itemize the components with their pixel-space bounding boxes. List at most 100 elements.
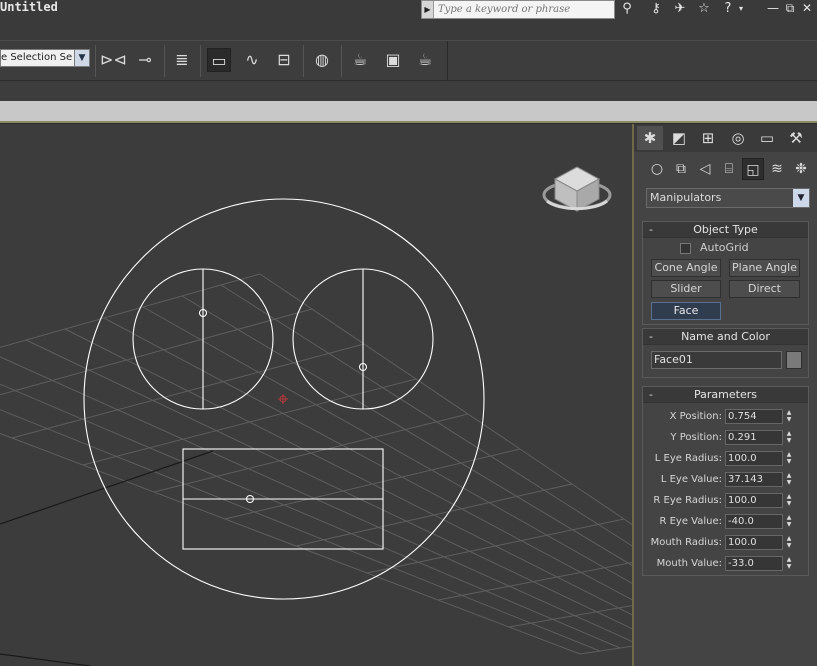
toolbar-separator [200,45,201,77]
perspective-viewport[interactable] [0,124,632,666]
category-dropdown-value: Manipulators [650,191,722,204]
grid-line [181,295,632,566]
create-tab-icon[interactable]: ✱ [637,126,663,150]
y-position-field[interactable]: 0.291 [725,430,783,445]
key-icon[interactable]: ⚷ [646,0,666,17]
search-input[interactable] [436,1,612,18]
mouth-radius-field[interactable]: 100.0 [725,535,783,550]
curve-editor-icon[interactable]: ∿ [240,48,264,72]
name-and-color-header[interactable]: - Name and Color [643,329,808,345]
grid-line [0,308,313,396]
autogrid-label: AutoGrid [700,241,749,254]
satellite-icon[interactable]: ✈ [670,0,690,17]
help-icon[interactable]: ? [718,0,738,17]
mouth-radius-row: Mouth Radius: 100.0 ▲ ▼ [643,535,810,551]
grid-line [295,483,573,547]
object-type-rollout: - Object Type AutoGrid Cone Angle Plane … [642,221,809,325]
spinner-icon[interactable]: ▲ ▼ [784,409,794,424]
object-type-header[interactable]: - Object Type [643,222,808,238]
cone-angle-button[interactable]: Cone Angle [651,259,721,277]
viewcube [542,166,612,212]
grid-line [0,432,581,655]
mouth-value-field[interactable]: -33.0 [725,556,783,571]
mirror-icon[interactable]: ⊳⊲ [100,48,127,72]
binoculars-icon[interactable]: ⚲ [617,0,637,17]
utilities-tab-icon[interactable]: ⚒ [783,126,809,150]
direct-button[interactable]: Direct [729,280,800,298]
panel-empty-area [634,576,817,666]
pivot-marker [278,394,288,404]
material-editor-icon[interactable]: ◍ [310,48,334,72]
motion-tab-icon[interactable]: ◎ [725,126,751,150]
toolbar-separator [95,45,96,77]
object-name-field[interactable]: Face01 [651,351,782,369]
graphite-ribbon-icon[interactable]: ▭ [207,48,231,72]
ribbon-tabs-strip [0,81,817,101]
geometry-icon[interactable]: ○ [646,158,668,180]
restore-button[interactable]: ⧉ [783,0,797,17]
schematic-view-icon[interactable]: ⊟ [272,48,296,72]
grid-line [437,561,632,601]
face-button[interactable]: Face [651,302,721,320]
command-panel: ✱ ◩ ⊞ ◎ ▭ ⚒ ○ ⧉ ◁ ⌸ ◱ ≋ ❉ Manipulators ▼… [632,124,817,666]
spinner-icon[interactable]: ▲ ▼ [784,451,794,466]
r-eye-value-field[interactable]: -40.0 [725,514,783,529]
chevron-down-icon[interactable]: ▼ [74,50,89,66]
y-position-row: Y Position: 0.291 ▲ ▼ [643,430,810,446]
plane-angle-button[interactable]: Plane Angle [729,259,800,277]
r-eye-value-row: R Eye Value: -40.0 ▲ ▼ [643,514,810,530]
l-eye-value-field[interactable]: 37.143 [725,472,783,487]
spinner-icon[interactable]: ▲ ▼ [784,472,794,487]
display-tab-icon[interactable]: ▭ [754,126,780,150]
object-color-swatch[interactable] [786,351,802,369]
spinner-icon[interactable]: ▲ ▼ [784,556,794,571]
x-position-label: X Position: [669,411,722,422]
r-eye-value-label: R Eye Value: [659,516,722,527]
mouth-value-label: Mouth Value: [656,558,722,569]
layer-manager-icon[interactable]: ≣ [170,48,194,72]
spinner-icon[interactable]: ▲ ▼ [784,493,794,508]
star-icon[interactable]: ☆ [694,0,714,17]
l-eye-value-row: L Eye Value: 37.143 ▲ ▼ [643,472,810,488]
slider-button[interactable]: Slider [651,280,721,298]
cameras-icon[interactable]: ⌸ [718,158,740,180]
chevron-down-icon[interactable]: ▼ [793,189,809,207]
hierarchy-tab-icon[interactable]: ⊞ [695,126,721,150]
space-warps-icon[interactable]: ≋ [766,158,788,180]
grid-line [142,306,632,584]
main-toolbar: e Selection Se ▼ ⊳⊲ ⊸ ≣ ▭ ∿ ⊟ ◍ ☕ ▣ ☕ [0,40,817,81]
r-eye-radius-field[interactable]: 100.0 [725,493,783,508]
modify-tab-icon[interactable]: ◩ [666,126,692,150]
minimize-button[interactable]: — [766,0,780,17]
lights-icon[interactable]: ◁ [694,158,716,180]
render-production-icon[interactable]: ☕ [413,48,437,72]
selection-set-combo[interactable]: e Selection Se ▼ [0,49,90,67]
object-type-title: Object Type [693,223,758,236]
l-eye-value-label: L Eye Value: [660,474,722,485]
close-button[interactable]: ✕ [800,0,814,17]
category-dropdown[interactable]: Manipulators ▼ [646,188,810,208]
name-and-color-rollout: - Name and Color Face01 [642,328,809,378]
r-eye-radius-row: R Eye Radius: 100.0 ▲ ▼ [643,493,810,509]
helpers-icon[interactable]: ◱ [742,158,764,180]
render-setup-icon[interactable]: ☕ [348,48,372,72]
align-icon[interactable]: ⊸ [133,48,157,72]
search-expand-icon[interactable]: ▶ [422,1,434,18]
l-eye-radius-label: L Eye Radius: [654,453,722,464]
systems-icon[interactable]: ❉ [790,158,812,180]
shapes-icon[interactable]: ⧉ [670,158,692,180]
search-box[interactable]: ▶ [421,0,615,19]
x-position-field[interactable]: 0.754 [725,409,783,424]
autogrid-checkbox[interactable] [680,243,691,254]
parameters-header[interactable]: - Parameters [643,387,808,403]
help-dropdown-icon[interactable]: ▾ [736,0,746,17]
create-categories: ○ ⧉ ◁ ⌸ ◱ ≋ ❉ [634,156,817,182]
grid-line [0,356,632,642]
grid-line [0,383,621,649]
spinner-icon[interactable]: ▲ ▼ [784,535,794,550]
spinner-icon[interactable]: ▲ ▼ [784,514,794,529]
rendered-frame-icon[interactable]: ▣ [381,48,405,72]
toolbar-separator [303,45,304,77]
l-eye-radius-field[interactable]: 100.0 [725,451,783,466]
spinner-icon[interactable]: ▲ ▼ [784,430,794,445]
